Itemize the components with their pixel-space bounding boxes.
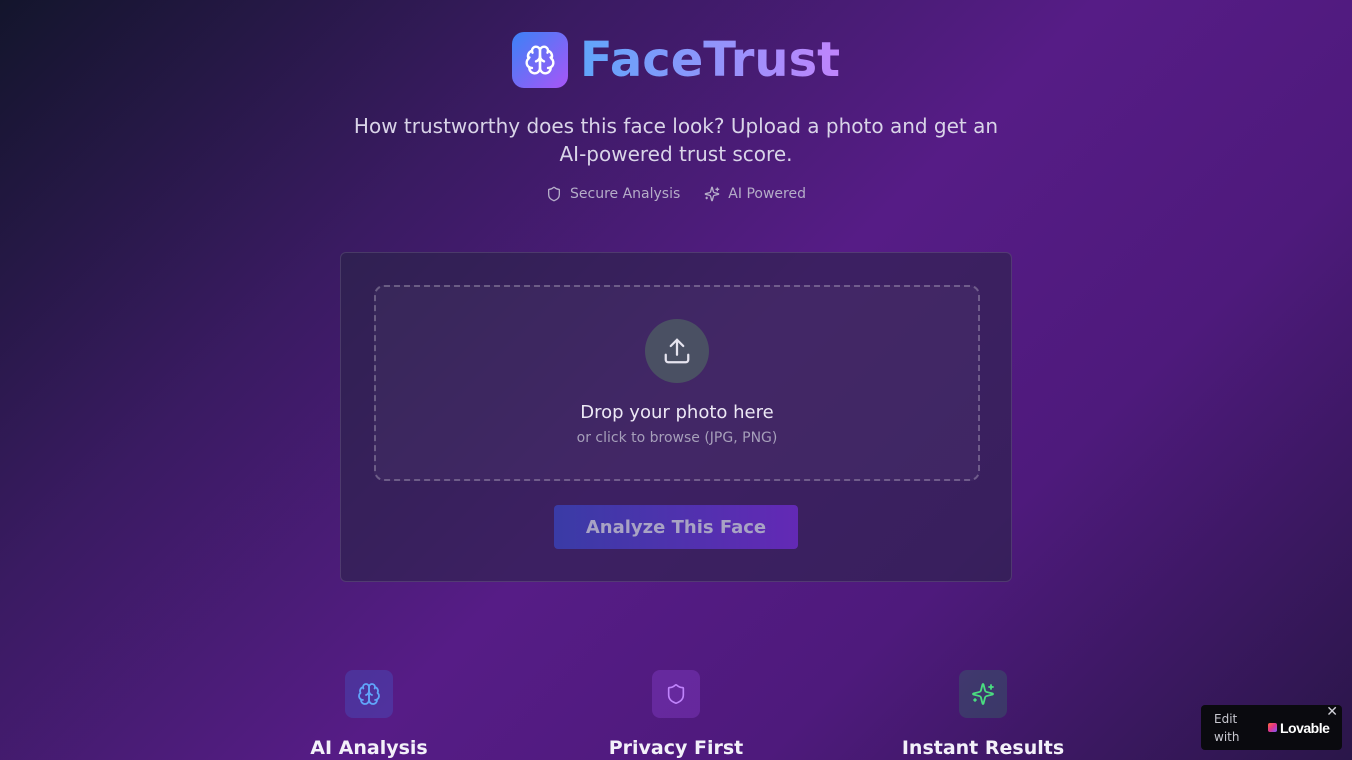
badge-label: Secure Analysis (570, 186, 681, 202)
analyze-button[interactable]: Analyze This Face (554, 505, 798, 549)
tagline-line-1: How trustworthy does this face look? Upl… (353, 114, 999, 138)
feature-instant-results: Instant Results (863, 670, 1103, 760)
upload-card: Drop your photo here or click to browse … (340, 252, 1012, 582)
logo (511, 32, 568, 88)
feature-title: AI Analysis (310, 737, 428, 759)
dropzone-title: Drop your photo here (580, 402, 774, 423)
feature-privacy-first: Privacy First (556, 670, 796, 760)
lovable-heart-icon (1268, 723, 1277, 732)
sparkles-icon (704, 186, 720, 202)
badge-secure-analysis: Secure Analysis (546, 184, 680, 204)
shield-icon (548, 186, 561, 202)
app-title: FaceTrust (579, 32, 841, 88)
feature-icon-box (959, 670, 1007, 718)
feature-ai-analysis: AI Analysis (249, 670, 489, 760)
app-header: FaceTrust (0, 32, 1352, 88)
brain-icon (525, 45, 555, 75)
sparkles-icon (972, 683, 994, 705)
close-icon[interactable]: ✕ (1326, 705, 1338, 719)
upload-icon-circle (645, 319, 709, 383)
photo-dropzone[interactable]: Drop your photo here or click to browse … (374, 285, 980, 481)
edit-with-lovable-badge[interactable]: Edit with Lovable ✕ (1201, 705, 1342, 750)
tagline-line-2: AI-powered trust score. (559, 142, 793, 166)
shield-icon (667, 684, 685, 704)
upload-icon (664, 338, 690, 364)
tagline: How trustworthy does this face look? Upl… (0, 112, 1352, 168)
edit-with-label: Edit with (1214, 711, 1240, 744)
feature-icon-box (345, 670, 393, 718)
badge-ai-powered: AI Powered (704, 184, 806, 204)
brain-icon (358, 683, 380, 705)
lovable-logo: Lovable (1268, 719, 1330, 736)
feature-title: Instant Results (901, 737, 1065, 759)
feature-badges: Secure Analysis AI Powered (0, 184, 1352, 204)
feature-icon-box (652, 670, 700, 718)
dropzone-hint: or click to browse (JPG, PNG) (576, 430, 778, 446)
lovable-brand-text: Lovable (1280, 719, 1330, 736)
feature-title: Privacy First (608, 737, 744, 759)
badge-label: AI Powered (728, 186, 806, 202)
